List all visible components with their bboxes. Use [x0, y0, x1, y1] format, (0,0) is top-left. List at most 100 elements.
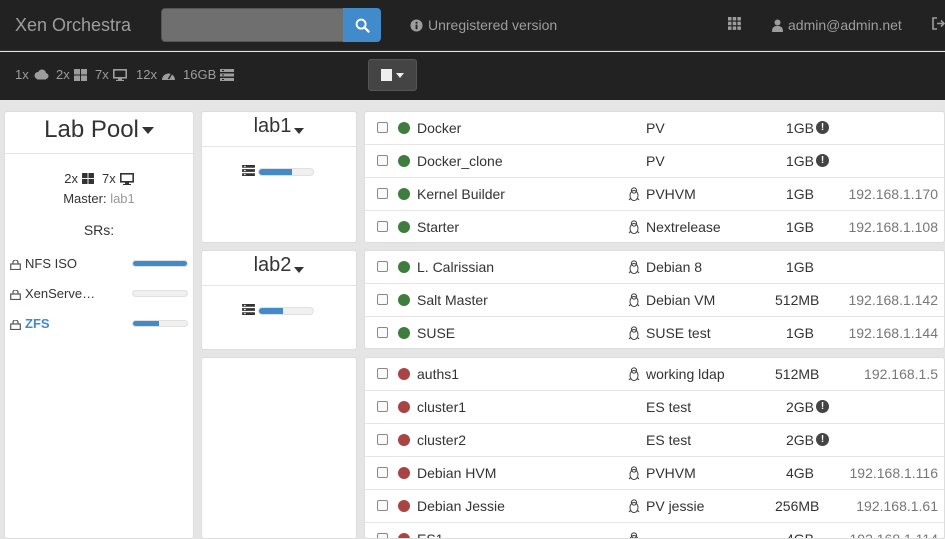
divider [5, 153, 193, 154]
vm-row[interactable]: L. Calrissian Debian 8 1GB [365, 251, 944, 284]
vm-name[interactable]: Debian Jessie [417, 498, 505, 514]
sr-item[interactable]: NFS ISO [10, 254, 188, 272]
logout-button[interactable] [932, 17, 945, 30]
vm-description: PV [646, 153, 665, 169]
vm-name[interactable]: L. Calrissian [417, 259, 494, 275]
memory-icon [220, 68, 235, 81]
sr-item[interactable]: XenServe… [10, 284, 188, 302]
unregistered-notice[interactable]: Unregistered version [410, 17, 557, 33]
sr-usage-fill [133, 260, 187, 266]
pool-master: Master: lab1 [5, 191, 193, 206]
vm-ip-address: 192.168.1.108 [848, 219, 938, 235]
vm-name[interactable]: Salt Master [417, 292, 488, 308]
vm-checkbox[interactable] [377, 261, 388, 272]
host-name: lab1 [253, 115, 292, 137]
divider [202, 285, 356, 286]
new-vm-dropdown-button[interactable] [368, 59, 417, 91]
hosts-count: 2x [56, 67, 87, 82]
vm-row[interactable]: Kernel Builder PVHVM 1GB 192.168.1.170 [365, 178, 944, 211]
app-brand[interactable]: Xen Orchestra [15, 15, 131, 36]
host-memory-fill [259, 308, 284, 314]
vm-ip-address: 192.168.1.144 [848, 325, 938, 341]
vm-memory: 1GB [785, 259, 814, 275]
vm-name[interactable]: Kernel Builder [417, 186, 505, 202]
vm-checkbox[interactable] [377, 533, 388, 538]
hosts-count-value: 2x [56, 67, 70, 82]
running-status-icon [398, 327, 410, 339]
running-status-icon [398, 122, 410, 134]
vm-row[interactable]: Starter Nextrelease 1GB 192.168.1.108 [365, 211, 944, 242]
vm-row[interactable]: SUSE SUSE test 1GB 192.168.1.144 [365, 317, 944, 348]
vm-name[interactable]: ES1 [417, 531, 443, 538]
linux-icon [628, 499, 640, 513]
vm-ip-address: 192.168.1.61 [856, 498, 938, 514]
vm-name[interactable]: auths1 [417, 366, 459, 382]
vm-row[interactable]: cluster1 ES test 2GB! [365, 391, 944, 424]
halted-status-icon [398, 368, 410, 380]
vm-name[interactable]: cluster1 [417, 399, 466, 415]
sign-out-icon [932, 17, 945, 30]
vm-checkbox[interactable] [377, 122, 388, 133]
vm-checkbox[interactable] [377, 434, 388, 445]
sr-item[interactable]: ZFS [10, 314, 188, 332]
vm-checkbox[interactable] [377, 221, 388, 232]
server-grid-icon [82, 173, 94, 184]
sr-name[interactable]: NFS ISO [25, 256, 132, 271]
vm-name[interactable]: cluster2 [417, 432, 466, 448]
sr-usage-bar [132, 259, 188, 267]
vm-row[interactable]: auths1 working ldap 512MB 192.168.1.5 [365, 358, 944, 391]
sr-name[interactable]: XenServe… [25, 286, 132, 301]
vm-description: PV [646, 120, 665, 136]
vm-checkbox[interactable] [377, 500, 388, 511]
vm-memory: 1GB [785, 219, 814, 235]
host-title[interactable]: lab1 [202, 115, 356, 138]
vm-name[interactable]: Docker_clone [417, 153, 503, 169]
master-label: Master: [63, 191, 107, 206]
vm-row[interactable]: Docker_clone PV 1GB! [365, 145, 944, 178]
vm-description: ES test [646, 432, 692, 448]
search-button[interactable] [343, 8, 381, 42]
host-memory-fill [259, 169, 293, 175]
vm-checkbox[interactable] [377, 467, 388, 478]
vm-checkbox[interactable] [377, 401, 388, 412]
pools-count: 1x [15, 67, 49, 82]
master-value[interactable]: lab1 [110, 191, 135, 206]
halted-status-icon [398, 434, 410, 446]
sr-usage-bar [132, 319, 188, 327]
vm-memory: 4GB [785, 465, 814, 481]
running-status-icon [398, 294, 410, 306]
search-input[interactable] [161, 8, 344, 42]
running-status-icon [398, 155, 410, 167]
vm-memory: 2GB [785, 399, 814, 415]
warning-icon: ! [816, 433, 829, 446]
vm-name[interactable]: SUSE [417, 325, 455, 341]
user-menu[interactable]: admin@admin.net [772, 17, 902, 33]
vm-row[interactable]: Debian Jessie PV jessie 256MB 192.168.1.61 [365, 490, 944, 523]
apps-button[interactable] [728, 17, 741, 30]
vm-checkbox[interactable] [377, 327, 388, 338]
vm-checkbox[interactable] [377, 368, 388, 379]
info-icon [410, 18, 423, 32]
vm-row[interactable]: cluster2 ES test 2GB! [365, 424, 944, 457]
host-memory [242, 163, 314, 181]
host-memory-bar [258, 168, 314, 176]
vm-name[interactable]: Docker [417, 120, 461, 136]
vcpus-count: 12x [136, 67, 176, 82]
vm-checkbox[interactable] [377, 188, 388, 199]
halted-status-icon [398, 401, 410, 413]
vm-memory: 512MB [775, 292, 820, 308]
vm-checkbox[interactable] [377, 155, 388, 166]
vm-ip-address: 192.168.1.170 [848, 186, 938, 202]
vm-checkbox[interactable] [377, 294, 388, 305]
vms-count: 7x [95, 67, 127, 82]
vm-row[interactable]: Debian HVM PVHVM 4GB 192.168.1.116 [365, 457, 944, 490]
vm-row[interactable]: Salt Master Debian VM 512MB 192.168.1.142 [365, 284, 944, 317]
vm-name[interactable]: Debian HVM [417, 465, 496, 481]
sr-name[interactable]: ZFS [25, 316, 132, 331]
vm-row[interactable]: Docker PV 1GB! [365, 112, 944, 145]
pool-title[interactable]: Lab Pool [5, 116, 193, 144]
vm-name[interactable]: Starter [417, 219, 459, 235]
memory-icon [242, 163, 255, 181]
host-title[interactable]: lab2 [202, 254, 356, 277]
vm-row[interactable]: ES1 4GB 192.168.1.114 [365, 523, 944, 538]
